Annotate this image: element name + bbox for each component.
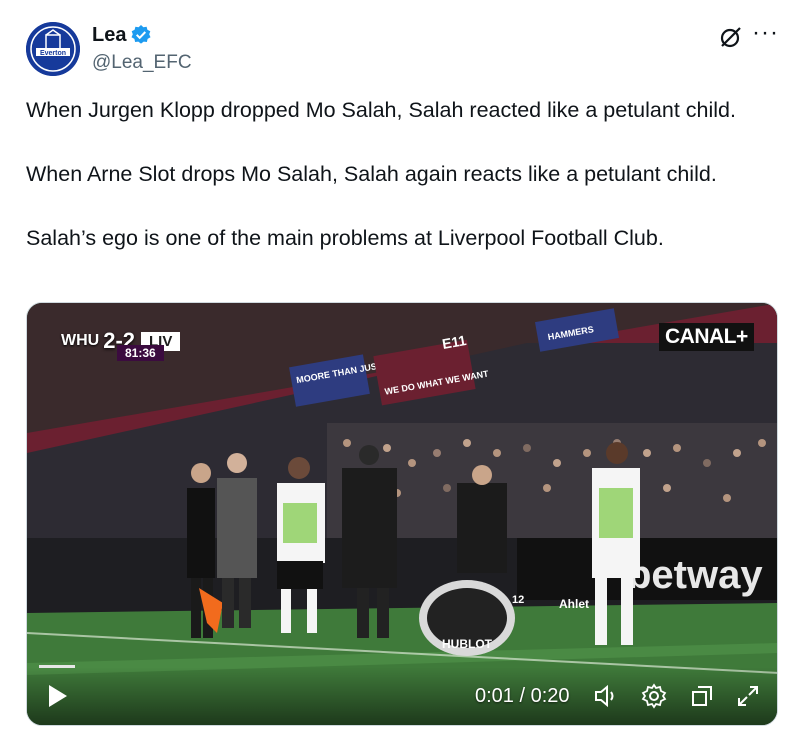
tweet-paragraph: Salah’s ego is one of the main problems … bbox=[26, 226, 664, 250]
video-player[interactable]: MOORE THAN JUST A PODCAST E11 WE DO WHAT… bbox=[26, 302, 778, 726]
everton-crest-icon: Everton bbox=[26, 22, 80, 76]
hublot-text: HUBLOT bbox=[442, 637, 493, 651]
more-icon[interactable]: ··· bbox=[752, 20, 779, 46]
handle[interactable]: @Lea_EFC bbox=[92, 52, 192, 74]
settings-icon[interactable] bbox=[641, 683, 667, 709]
volume-icon[interactable] bbox=[593, 683, 619, 709]
tweet-header: Everton Lea @Lea_EFC ··· bbox=[0, 0, 800, 90]
avatar-text: Everton bbox=[40, 50, 66, 57]
play-icon[interactable] bbox=[47, 683, 69, 709]
avatar[interactable]: Everton bbox=[26, 22, 80, 76]
sub-board-number: 12 bbox=[512, 594, 524, 606]
tweet-text: When Jurgen Klopp dropped Mo Salah, Sala… bbox=[26, 94, 786, 286]
ad-board-text: betway bbox=[627, 553, 763, 597]
grok-icon[interactable] bbox=[718, 24, 744, 50]
video-frame: MOORE THAN JUST A PODCAST E11 WE DO WHAT… bbox=[27, 303, 777, 725]
pip-icon[interactable] bbox=[689, 683, 715, 709]
home-team: WHU bbox=[61, 332, 100, 349]
ad-board-text: Ahlet bbox=[559, 597, 589, 611]
verified-badge-icon bbox=[131, 25, 151, 44]
progress-bar[interactable] bbox=[39, 665, 75, 668]
tweet-paragraph: When Jurgen Klopp dropped Mo Salah, Sala… bbox=[26, 98, 736, 122]
broadcaster-logo: CANAL+ bbox=[659, 323, 754, 351]
display-name[interactable]: Lea bbox=[92, 24, 126, 47]
tweet-paragraph: When Arne Slot drops Mo Salah, Salah aga… bbox=[26, 162, 717, 186]
video-controls: 0:01 / 0:20 bbox=[27, 665, 777, 725]
fullscreen-icon[interactable] bbox=[735, 683, 761, 709]
time-display: 0:01 / 0:20 bbox=[475, 685, 570, 707]
match-clock: 81:36 bbox=[117, 345, 164, 361]
